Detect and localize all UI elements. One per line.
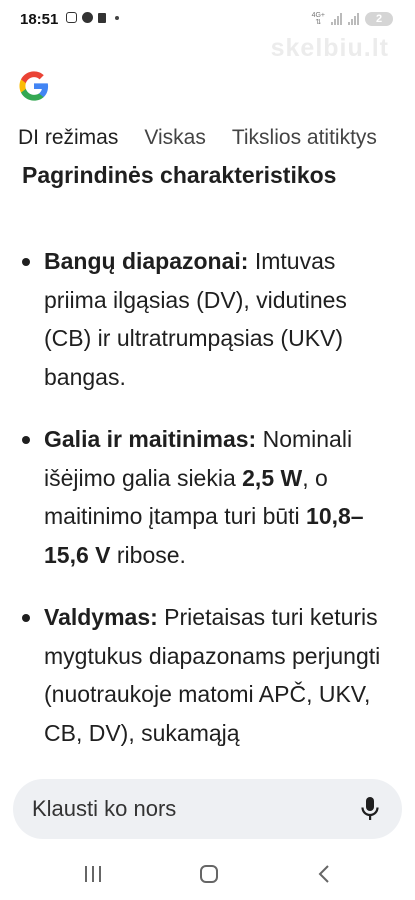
signal-icon-2 — [348, 13, 359, 25]
watermark-text: skelbiu.lt — [270, 34, 389, 62]
tab-ai-mode[interactable]: DI režimas — [18, 126, 118, 150]
watermark: skelbiu.lt — [271, 34, 389, 63]
status-right: 4G+ ⇅ 2 — [312, 12, 393, 26]
notification-icons — [66, 12, 119, 23]
bullet — [22, 258, 30, 266]
network-type-label: 4G+ — [311, 12, 325, 19]
feature-list: Bangų diapazonai: Imtuvas priima ilgąsia… — [0, 242, 415, 770]
back-icon[interactable] — [316, 863, 332, 885]
tab-exact-matches[interactable]: Tikslios atitiktys — [232, 126, 377, 150]
home-icon[interactable] — [199, 863, 221, 885]
google-logo-icon[interactable] — [18, 70, 50, 102]
section-heading: Pagrindinės charakteristikos — [22, 162, 337, 188]
battery-icon: 2 — [365, 12, 393, 26]
more-notifications-icon — [115, 15, 119, 20]
recent-apps-icon[interactable] — [84, 863, 102, 885]
list-item: Galia ir maitinimas: Nominali išėjimo ga… — [0, 420, 415, 574]
tab-all[interactable]: Viskas — [144, 126, 205, 150]
network-type: 4G+ ⇅ — [312, 12, 325, 26]
status-time: 18:51 — [20, 11, 59, 28]
ai-answer-content: Pagrindinės charakteristikos Bangų diapa… — [0, 150, 415, 770]
feature-title: Valdymas: — [44, 604, 158, 630]
feature-title: Bangų diapazonai: — [44, 248, 249, 274]
list-item: Valdymas: Prietaisas turi keturis mygtuk… — [0, 598, 415, 752]
lock-icon — [98, 12, 106, 23]
data-arrows-icon: ⇅ — [315, 19, 322, 26]
ask-input[interactable]: Klausti ko nors — [13, 779, 402, 839]
status-bar: 18:51 4G+ ⇅ 2 skelbiu.lt — [0, 0, 415, 62]
microphone-icon[interactable] — [360, 796, 380, 822]
screenshot-icon — [66, 12, 77, 23]
feature-title: Galia ir maitinimas: — [44, 426, 257, 452]
bullet — [22, 614, 30, 622]
feature-value: 2,5 W — [242, 464, 303, 491]
bullet — [22, 436, 30, 444]
messenger-icon — [82, 12, 93, 23]
screen: 18:51 4G+ ⇅ 2 skelbiu.lt DI režimas Visk… — [0, 0, 415, 900]
search-mode-tabs: DI režimas Viskas Tikslios atitiktys — [18, 126, 403, 150]
feature-text: ribose. — [110, 541, 186, 568]
system-nav-bar — [0, 850, 415, 900]
ask-placeholder: Klausti ko nors — [32, 796, 177, 821]
signal-icon-1 — [331, 13, 342, 25]
list-item: Bangų diapazonai: Imtuvas priima ilgąsia… — [0, 242, 415, 396]
